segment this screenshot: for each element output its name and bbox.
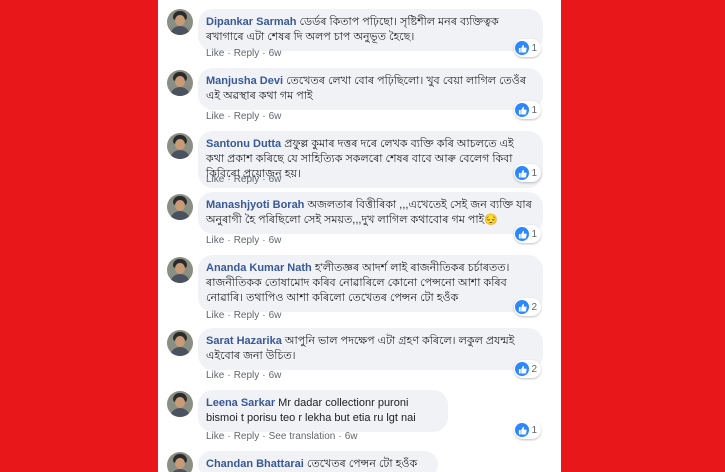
timestamp[interactable]: 6w — [269, 48, 282, 59]
reaction-count: 1 — [531, 167, 537, 179]
comment-bubble: Chandan Bhattarai তেখেতৰ পেন্সন টো হওঁক — [198, 451, 438, 472]
comment-text: তেখেতৰ পেন্সন টো হওঁক — [306, 458, 418, 470]
reply-button[interactable]: Reply — [234, 111, 260, 122]
commenter-name[interactable]: Chandan Bhattarai — [206, 458, 304, 470]
avatar[interactable] — [167, 9, 193, 35]
comment-actions: Like · Reply · 6w — [206, 48, 282, 59]
like-button[interactable]: Like — [206, 174, 224, 185]
reply-button[interactable]: Reply — [234, 174, 260, 185]
avatar[interactable] — [167, 194, 193, 220]
commenter-name[interactable]: Manjusha Devi — [206, 75, 283, 87]
reaction-count: 2 — [531, 363, 537, 375]
like-button[interactable]: Like — [206, 235, 224, 246]
timestamp[interactable]: 6w — [269, 111, 282, 122]
comment-actions: Like · Reply · 6w — [206, 174, 282, 185]
avatar[interactable] — [167, 452, 193, 472]
timestamp[interactable]: 6w — [269, 370, 282, 381]
thumbs-up-icon — [515, 103, 530, 117]
like-button[interactable]: Like — [206, 310, 224, 321]
reaction-count: 2 — [531, 301, 537, 313]
reaction-badge[interactable]: 1 — [514, 421, 541, 439]
commenter-name[interactable]: Dipankar Sarmah — [206, 16, 296, 28]
commenter-name[interactable]: Ananda Kumar Nath — [206, 262, 312, 274]
reaction-count: 1 — [531, 228, 537, 240]
comments-panel: Dipankar Sarmah ডেৰ্ডৰ কিতাপ পঢ়িছো। সৃষ… — [158, 0, 561, 472]
comment-actions: Like · Reply · 6w — [206, 310, 282, 321]
reaction-badge[interactable]: 2 — [514, 298, 541, 316]
avatar[interactable] — [167, 257, 193, 283]
reaction-badge[interactable]: 1 — [514, 39, 541, 57]
comment-actions: Like · Reply · 6w — [206, 111, 282, 122]
reply-button[interactable]: Reply — [234, 48, 260, 59]
thumbs-up-icon — [515, 41, 530, 55]
thumbs-up-icon — [515, 362, 530, 376]
like-button[interactable]: Like — [206, 111, 224, 122]
timestamp[interactable]: 6w — [269, 174, 282, 185]
see-translation-link[interactable]: See translation — [269, 431, 336, 442]
commenter-name[interactable]: Manashjyoti Borah — [206, 199, 304, 211]
reaction-count: 1 — [531, 104, 537, 116]
comment-actions: Like · Reply · 6w — [206, 370, 282, 381]
comment-actions: Like · Reply · See translation · 6w — [206, 431, 358, 442]
comment-bubble: Sarat Hazarika আপুনি ভাল পদক্ষেপ এটা গ্ৰ… — [198, 328, 543, 370]
reply-button[interactable]: Reply — [234, 370, 260, 381]
reaction-badge[interactable]: 1 — [514, 225, 541, 243]
reaction-badge[interactable]: 1 — [514, 164, 541, 182]
thumbs-up-icon — [515, 423, 530, 437]
reaction-badge[interactable]: 2 — [514, 360, 541, 378]
commenter-name[interactable]: Leena Sarkar — [206, 397, 275, 409]
comment-bubble: Manjusha Devi তেখেতৰ লেখা বোৰ পঢ়িছিলো। … — [198, 68, 543, 110]
commenter-name[interactable]: Santonu Dutta — [206, 138, 281, 150]
timestamp[interactable]: 6w — [269, 310, 282, 321]
reaction-count: 1 — [531, 42, 537, 54]
timestamp[interactable]: 6w — [345, 431, 358, 442]
reaction-count: 1 — [531, 424, 537, 436]
avatar[interactable] — [167, 133, 193, 159]
comment-bubble: Ananda Kumar Nath হ'লীতজ্ঞৰ আদৰ্শ লাই ৰা… — [198, 255, 543, 312]
timestamp[interactable]: 6w — [269, 235, 282, 246]
like-button[interactable]: Like — [206, 431, 224, 442]
thumbs-up-icon — [515, 300, 530, 314]
thumbs-up-icon — [515, 166, 530, 180]
comment-actions: Like · Reply · 6w — [206, 235, 282, 246]
like-button[interactable]: Like — [206, 48, 224, 59]
comment-bubble: Leena Sarkar Mr dadar collectionr puroni… — [198, 390, 448, 432]
avatar[interactable] — [167, 70, 193, 96]
reply-button[interactable]: Reply — [234, 310, 260, 321]
avatar[interactable] — [167, 330, 193, 356]
reply-button[interactable]: Reply — [234, 431, 260, 442]
like-button[interactable]: Like — [206, 370, 224, 381]
thumbs-up-icon — [515, 227, 530, 241]
reply-button[interactable]: Reply — [234, 235, 260, 246]
avatar[interactable] — [167, 391, 193, 417]
comment-bubble: Manashjyoti Borah অজলতাৰ বিত্তীৰিকা ,,,এ… — [198, 192, 543, 234]
reaction-badge[interactable]: 1 — [514, 101, 541, 119]
commenter-name[interactable]: Sarat Hazarika — [206, 335, 282, 347]
comment-bubble: Dipankar Sarmah ডেৰ্ডৰ কিতাপ পঢ়িছো। সৃষ… — [198, 9, 543, 51]
